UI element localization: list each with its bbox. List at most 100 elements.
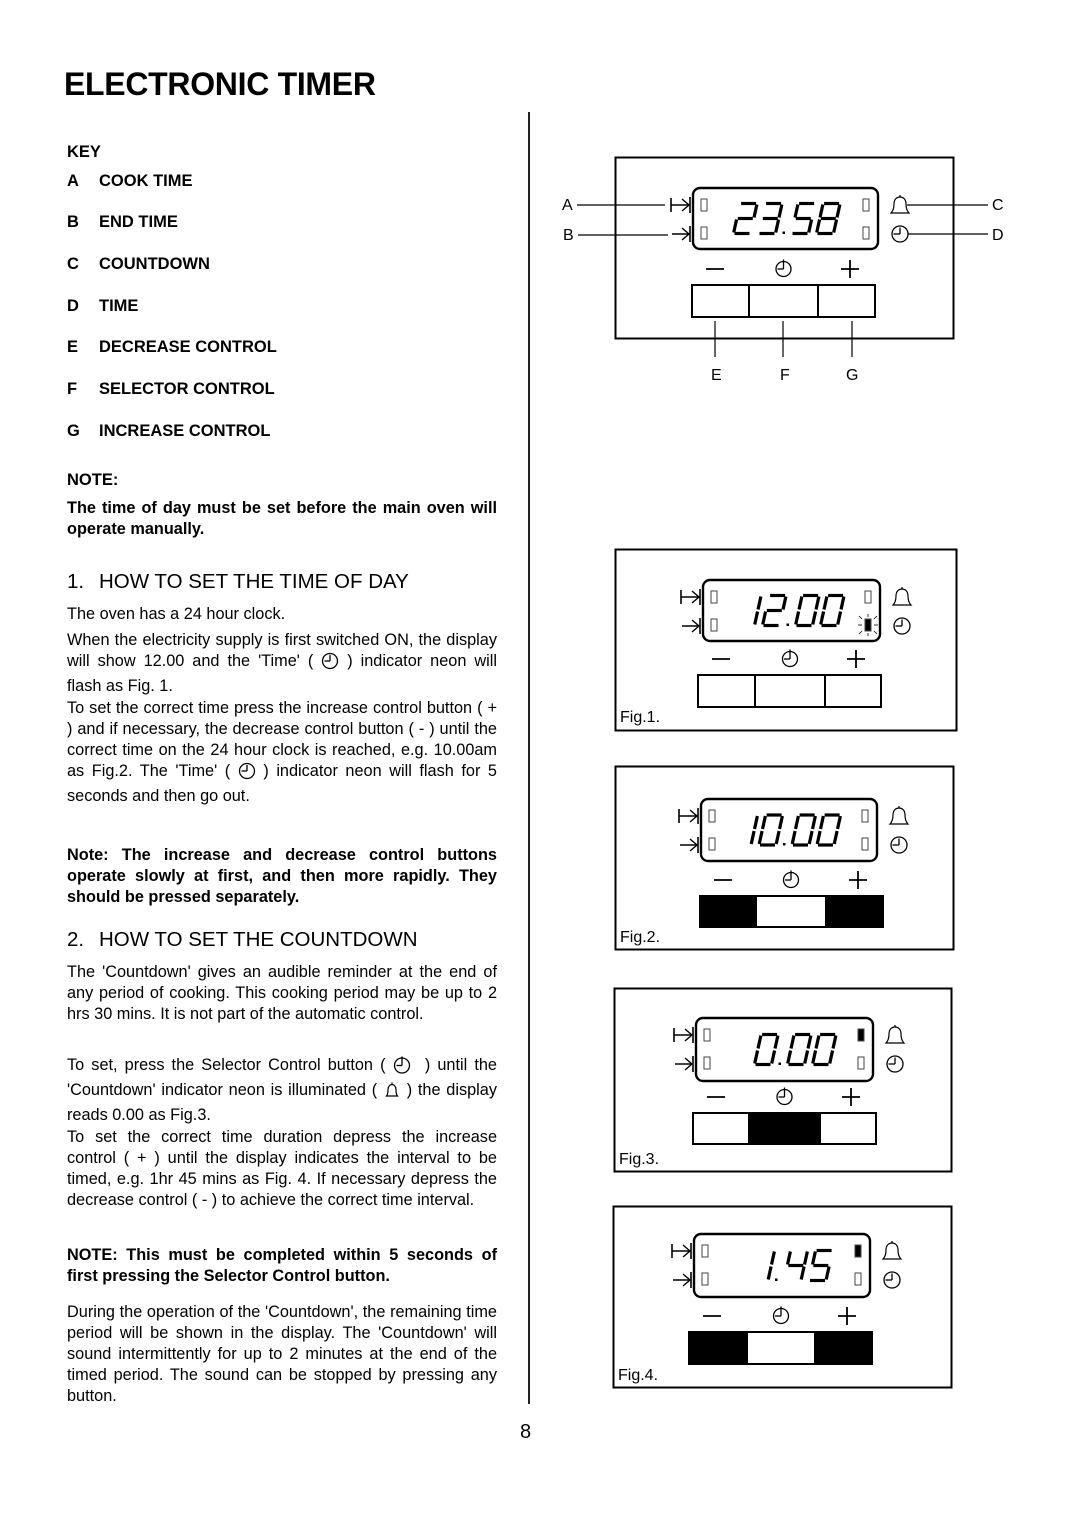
display-segment-b xyxy=(806,1035,813,1049)
display-segment-b xyxy=(752,815,759,830)
display-segment-b xyxy=(773,1035,780,1049)
countdown-indicator xyxy=(862,198,870,212)
display-segment-b xyxy=(810,815,817,830)
timer-figure-2: Fig.2. xyxy=(614,765,955,951)
display-segment-c xyxy=(836,611,843,625)
display-segment-f xyxy=(793,815,800,830)
display-segment-c xyxy=(753,611,760,625)
display-segment-c xyxy=(770,1050,777,1064)
display-segment-f xyxy=(818,815,825,830)
display-segment-b xyxy=(777,204,784,218)
lcd-display xyxy=(691,186,880,251)
time-indicator xyxy=(861,837,869,851)
display-segment-c xyxy=(749,830,756,845)
end-time-indicator xyxy=(710,618,718,632)
display-segment-e xyxy=(815,219,822,233)
callout-f: F xyxy=(780,367,790,384)
display-segment-e xyxy=(786,1050,793,1064)
display-segment-f xyxy=(797,596,804,610)
figure-caption: Fig.1. xyxy=(620,709,660,726)
display-decimal-point xyxy=(783,843,786,846)
display-segment-e xyxy=(732,219,739,233)
decrease-button[interactable] xyxy=(699,895,757,928)
timer-figure-4: Fig.4. xyxy=(612,1205,953,1389)
display-segment-f xyxy=(818,204,825,218)
lcd-display xyxy=(701,578,882,643)
display-segment-b xyxy=(839,596,846,610)
display-segment-f xyxy=(789,1035,796,1049)
display-segment-e xyxy=(757,830,764,845)
flash-ray xyxy=(858,615,863,620)
display-segment-e xyxy=(815,830,822,845)
countdown-indicator xyxy=(864,590,872,604)
decrease-button[interactable] xyxy=(692,1112,750,1145)
selector-button[interactable] xyxy=(755,895,827,928)
cook-time-indicator xyxy=(708,809,716,823)
display-segment-e xyxy=(761,611,768,625)
bell-icon xyxy=(889,196,911,214)
lcd-display xyxy=(694,1016,875,1083)
time-indicator xyxy=(854,1272,862,1286)
bell-icon xyxy=(888,807,910,825)
display-segment-c xyxy=(832,830,839,845)
end-time-indicator xyxy=(701,1272,709,1286)
countdown-indicator xyxy=(857,1028,865,1042)
display-segment-f xyxy=(785,1251,792,1265)
display-segment-c xyxy=(774,219,781,233)
increase-button[interactable] xyxy=(817,284,876,318)
increase-button[interactable] xyxy=(819,1112,877,1145)
increase-button[interactable] xyxy=(824,674,882,708)
selector-button[interactable] xyxy=(754,674,826,708)
display-segment-b xyxy=(777,815,784,830)
display-segment-f xyxy=(793,204,800,218)
cook-time-indicator xyxy=(700,198,708,212)
display-decimal-point xyxy=(778,1062,781,1065)
callout-c: C xyxy=(992,197,1004,214)
display-segment-c xyxy=(803,1050,810,1064)
timer-figure-3: Fig.3. xyxy=(613,987,953,1173)
selector-button[interactable] xyxy=(748,1112,821,1145)
callout-d: D xyxy=(992,227,1004,244)
display-segment-f xyxy=(760,815,767,830)
display-segment-c xyxy=(824,1266,831,1280)
callout-b: B xyxy=(563,227,574,244)
decrease-button[interactable] xyxy=(688,1331,748,1365)
display-segment-c xyxy=(774,830,781,845)
display-segment-e xyxy=(753,1050,760,1064)
figures-canvas: A B C D E F G Fig.1. Fig.2. Fig.3. Fig.4… xyxy=(562,156,1004,1389)
bell-icon xyxy=(881,1242,903,1260)
display-segment-e xyxy=(811,1050,818,1064)
figure-caption: Fig.4. xyxy=(618,1367,658,1384)
display-segment-c xyxy=(766,1266,773,1280)
display-segment-c xyxy=(799,1266,806,1280)
callout-g: G xyxy=(846,367,858,384)
selector-button[interactable] xyxy=(748,284,819,318)
callout-e: E xyxy=(711,367,722,384)
display-segment-b xyxy=(835,204,842,218)
timer-figure-1: Fig.1. xyxy=(614,548,958,732)
display-segment-c xyxy=(828,1050,835,1064)
display-segment-f xyxy=(814,1035,821,1049)
callout-a: A xyxy=(562,197,573,214)
flash-ray xyxy=(873,630,878,635)
display-segment-b xyxy=(802,1251,809,1265)
display-segment-e xyxy=(790,830,797,845)
time-indicator xyxy=(857,1056,865,1070)
time-indicator xyxy=(862,226,870,240)
increase-button[interactable] xyxy=(825,895,884,928)
decrease-button[interactable] xyxy=(697,674,756,708)
countdown-indicator xyxy=(854,1244,862,1258)
display-segment-b xyxy=(756,596,763,610)
display-segment-f xyxy=(810,1251,817,1265)
display-segment-b xyxy=(831,1035,838,1049)
display-segment-b xyxy=(781,596,788,610)
decrease-button[interactable] xyxy=(691,284,750,318)
increase-button[interactable] xyxy=(814,1331,873,1365)
display-segment-c xyxy=(807,219,814,233)
display-decimal-point xyxy=(775,1278,778,1281)
cook-time-indicator xyxy=(710,590,718,604)
flash-ray xyxy=(873,615,878,620)
display-segment-b xyxy=(752,204,759,218)
selector-button[interactable] xyxy=(746,1331,816,1365)
display-segment-e xyxy=(794,611,801,625)
